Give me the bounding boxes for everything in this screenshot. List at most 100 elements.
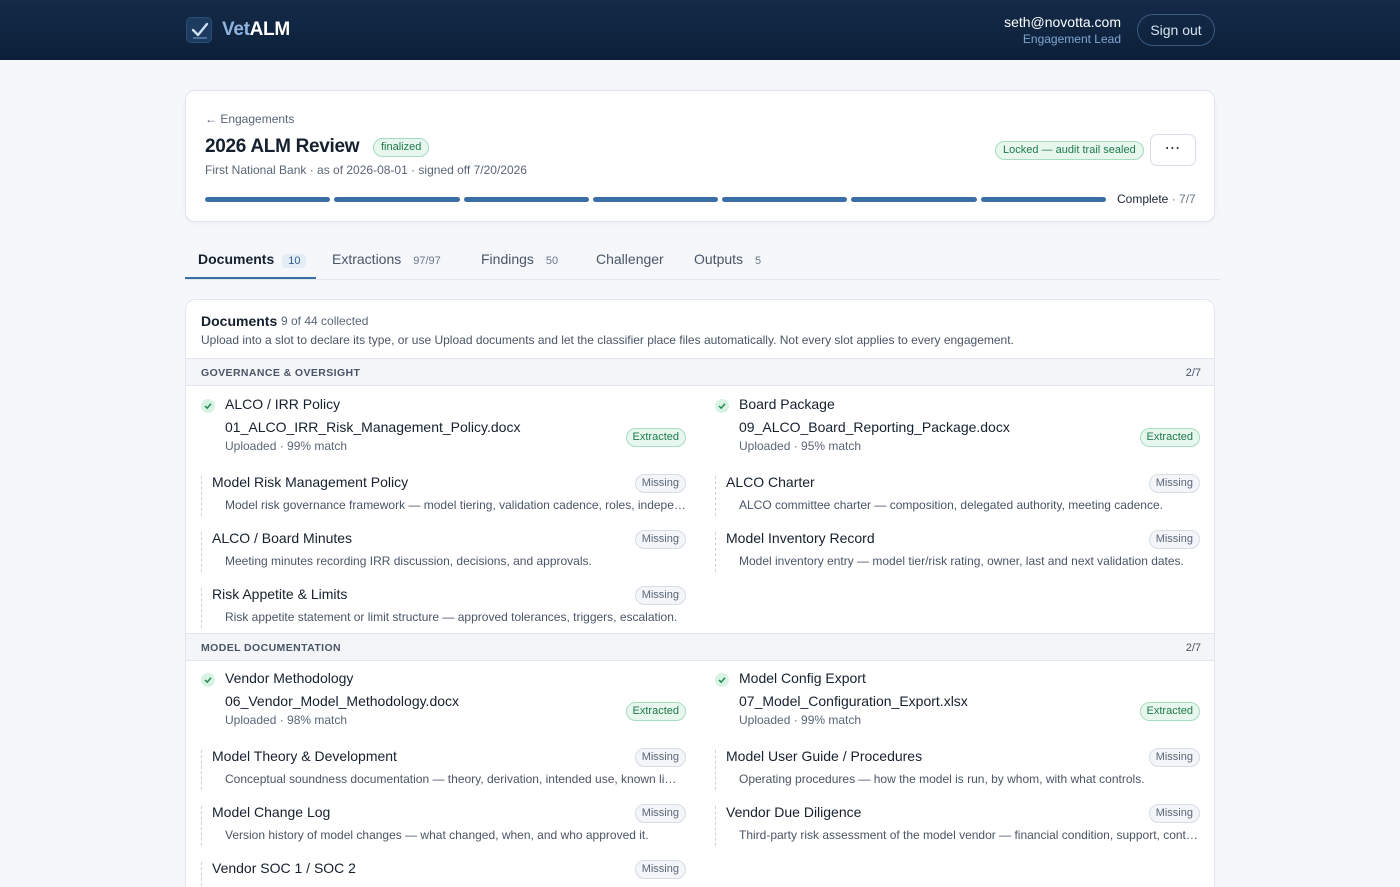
section-header-model-documentation: MODEL DOCUMENTATION 2/7 (186, 633, 1214, 661)
extracted-badge: Extracted (625, 428, 686, 447)
file-meta: Uploaded · 99% match (739, 713, 862, 727)
slot-description: Version history of model changes — what … (225, 828, 649, 842)
slot-title: Vendor SOC 1 / SOC 2 (212, 860, 356, 876)
status-badge: finalized (373, 138, 430, 157)
page-title: 2026 ALM Review (205, 136, 360, 157)
extracted-badge: Extracted (625, 702, 686, 721)
engagement-header: ← Engagements 2026 ALM Review finalized … (185, 90, 1215, 222)
tab-outputs[interactable]: Outputs 5 (694, 240, 761, 280)
app-brand[interactable]: VetALM (222, 19, 290, 41)
slot-dashed-border (715, 476, 716, 516)
tab-documents[interactable]: Documents 10 (198, 240, 307, 280)
document-slot[interactable]: Vendor Due Diligence Missing Third-party… (715, 804, 1200, 848)
slot-dashed-border (201, 588, 202, 628)
file-name[interactable]: 07_Model_Configuration_Export.xlsx (739, 693, 968, 709)
tab-findings[interactable]: Findings 50 (481, 240, 558, 280)
progress-status: Complete · 7/7 (1117, 192, 1196, 206)
slot-title: Model Inventory Record (726, 530, 875, 546)
file-name[interactable]: 06_Vendor_Model_Methodology.docx (225, 693, 459, 709)
check-icon (715, 399, 729, 413)
progress-segment (980, 197, 1106, 202)
tab-challenger[interactable]: Challenger (596, 240, 664, 280)
slot-description: Model risk governance framework — model … (225, 498, 686, 512)
section-header-governance: GOVERNANCE & OVERSIGHT 2/7 (186, 358, 1214, 386)
slot-description: Third-party risk assessment of the model… (739, 828, 1200, 842)
missing-badge: Missing (634, 748, 686, 767)
document-slot[interactable]: Vendor Methodology 06_Vendor_Model_Metho… (201, 670, 686, 727)
user-info: seth@novotta.com Engagement Lead (1004, 14, 1121, 46)
slot-title: Vendor Methodology (225, 670, 354, 686)
progress-segment (205, 197, 331, 202)
documents-panel: Documents 9 of 44 collected Upload into … (185, 299, 1215, 887)
slot-description: Model inventory entry — model tier/risk … (739, 554, 1184, 568)
file-name[interactable]: 09_ALCO_Board_Reporting_Package.docx (739, 419, 1010, 435)
slot-title: ALCO / IRR Policy (225, 396, 341, 412)
document-slot[interactable]: ALCO / Board Minutes Missing Meeting min… (201, 530, 686, 574)
missing-badge: Missing (1148, 804, 1200, 823)
missing-badge: Missing (634, 860, 686, 879)
file-meta: Uploaded · 99% match (225, 439, 348, 453)
slot-dashed-border (201, 862, 202, 887)
missing-badge: Missing (634, 530, 686, 549)
slot-dashed-border (715, 532, 716, 572)
top-navbar: VetALM seth@novotta.com Engagement Lead … (0, 0, 1400, 60)
user-email: seth@novotta.com (1004, 14, 1121, 30)
missing-badge: Missing (634, 586, 686, 605)
tab-extractions[interactable]: Extractions 97/97 (332, 240, 441, 280)
progress-segment (592, 197, 719, 202)
slot-dashed-border (201, 476, 202, 516)
slot-title: Model Change Log (212, 804, 331, 820)
tab-bar: Documents 10 Extractions 97/97 Findings 50 … (185, 240, 1220, 280)
progress-segment (463, 197, 589, 202)
slot-dashed-border (201, 806, 202, 846)
progress-segment (334, 197, 460, 202)
check-icon (201, 673, 215, 687)
missing-badge: Missing (1148, 748, 1200, 767)
slot-title: ALCO Charter (726, 474, 815, 490)
file-meta: Uploaded · 98% match (225, 713, 348, 727)
locked-badge: Locked — audit trail sealed (995, 141, 1144, 160)
sign-out-button[interactable]: Sign out (1137, 14, 1215, 46)
slot-title: Model Theory & Development (212, 748, 397, 764)
back-to-engagements-link[interactable]: ← Engagements (205, 112, 294, 126)
missing-badge: Missing (1148, 474, 1200, 493)
slot-dashed-border (201, 750, 202, 790)
progress-segment (722, 197, 848, 202)
progress-segment (851, 197, 977, 202)
file-name[interactable]: 01_ALCO_IRR_Risk_Management_Policy.docx (225, 419, 520, 435)
document-slot[interactable]: Model Inventory Record Missing Model inv… (715, 530, 1200, 574)
document-slot[interactable]: ALCO Charter Missing ALCO committee char… (715, 474, 1200, 518)
document-slot[interactable]: Model Theory & Development Missing Conce… (201, 748, 686, 792)
extracted-badge: Extracted (1139, 428, 1200, 447)
progress-bar (205, 197, 1106, 202)
slot-title: Model Risk Management Policy (212, 474, 409, 490)
slot-title: Vendor Due Diligence (726, 804, 862, 820)
user-role: Engagement Lead (1022, 32, 1121, 46)
document-slot[interactable]: ALCO / IRR Policy 01_ALCO_IRR_Risk_Manag… (201, 396, 686, 453)
missing-badge: Missing (634, 474, 686, 493)
slot-dashed-border (715, 750, 716, 790)
document-slot[interactable]: Model User Guide / Procedures Missing Op… (715, 748, 1200, 792)
engagement-subtitle: First National Bank · as of 2026-08-01 ·… (205, 163, 527, 177)
document-slot[interactable]: Model Change Log Missing Version history… (201, 804, 686, 848)
document-slot[interactable]: Model Config Export 07_Model_Configurati… (715, 670, 1200, 727)
missing-badge: Missing (634, 804, 686, 823)
slot-description: Conceptual soundness documentation — the… (225, 772, 686, 786)
slot-dashed-border (201, 532, 202, 572)
app-logo-icon[interactable] (186, 17, 212, 43)
slot-title: Risk Appetite & Limits (212, 586, 348, 602)
slot-description: Operating procedures — how the model is … (739, 772, 1145, 786)
more-options-button[interactable]: ⋯ (1150, 134, 1196, 166)
slot-title: Model Config Export (739, 670, 866, 686)
documents-description: Upload into a slot to declare its type, … (201, 333, 1014, 347)
document-slot[interactable]: Risk Appetite & Limits Missing Risk appe… (201, 586, 686, 630)
documents-count: 9 of 44 collected (281, 314, 369, 328)
check-icon (201, 399, 215, 413)
document-slot[interactable]: Model Risk Management Policy Missing Mod… (201, 474, 686, 518)
documents-title: Documents (201, 313, 278, 329)
document-slot[interactable]: Board Package 09_ALCO_Board_Reporting_Pa… (715, 396, 1200, 453)
active-tab-indicator (185, 277, 316, 279)
slot-title: ALCO / Board Minutes (212, 530, 353, 546)
document-slot[interactable]: Vendor SOC 1 / SOC 2 Missing (201, 860, 686, 887)
extracted-badge: Extracted (1139, 702, 1200, 721)
